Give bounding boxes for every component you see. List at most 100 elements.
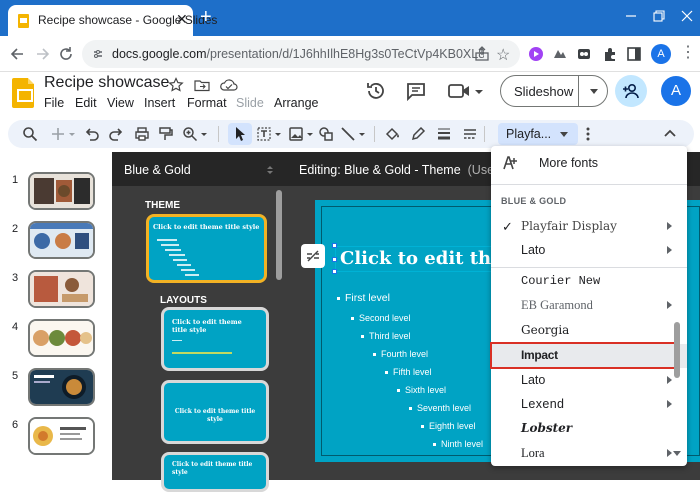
font-item-courier-new[interactable]: Courier New <box>491 270 687 294</box>
menu-view[interactable]: View <box>107 96 134 110</box>
slide-number: 4 <box>12 321 19 333</box>
new-slide-icon[interactable] <box>50 126 66 142</box>
theme-panel-scrollbar[interactable] <box>276 190 282 280</box>
slide-thumbnail-1[interactable] <box>28 172 95 210</box>
version-history-icon[interactable] <box>365 80 387 102</box>
resize-handle[interactable] <box>332 243 337 248</box>
zoom-dropdown-icon[interactable] <box>200 126 216 142</box>
select-tool-button[interactable] <box>228 123 252 145</box>
font-item-playfair-display[interactable]: ✓ Playfair Display <box>491 215 687 239</box>
menu-format[interactable]: Format <box>187 96 227 110</box>
menu-edit[interactable]: Edit <box>75 96 97 110</box>
new-slide-dropdown-icon[interactable] <box>68 126 84 142</box>
slideshow-dropdown-icon[interactable] <box>590 89 598 94</box>
account-avatar[interactable]: A <box>661 76 691 106</box>
font-item-label: Playfair Display <box>521 219 617 233</box>
resize-handle[interactable] <box>332 257 337 262</box>
meet-dropdown-icon[interactable] <box>474 89 484 95</box>
extension-dark-icon[interactable] <box>576 46 592 62</box>
menu-file[interactable]: File <box>44 96 64 110</box>
slideshow-button[interactable]: Slideshow <box>500 75 608 107</box>
slide-thumbnail-5[interactable] <box>28 368 95 406</box>
border-dash-icon[interactable] <box>462 126 478 142</box>
comments-icon[interactable] <box>405 80 427 102</box>
forward-icon[interactable] <box>32 44 52 64</box>
font-item-lexend[interactable]: Lexend <box>491 393 687 417</box>
paint-format-icon[interactable] <box>158 126 174 142</box>
font-item-lato[interactable]: Lato <box>491 369 687 393</box>
cloud-status-icon[interactable] <box>220 77 238 93</box>
slide-thumbnail-3[interactable] <box>28 270 95 308</box>
theme-panel-sort-icon[interactable] <box>266 165 274 175</box>
collapse-toolbar-icon[interactable] <box>662 126 678 142</box>
restore-icon[interactable] <box>652 9 666 23</box>
undo-icon[interactable] <box>84 126 100 142</box>
browser-profile-avatar[interactable]: A <box>651 44 671 64</box>
extension-purple-icon[interactable] <box>528 46 544 62</box>
new-tab-button[interactable]: + <box>200 7 212 27</box>
back-icon[interactable] <box>8 44 28 64</box>
line-dropdown-icon[interactable] <box>358 126 374 142</box>
bookmark-star-icon[interactable]: ☆ <box>496 45 510 65</box>
meet-camera-icon[interactable] <box>448 82 472 100</box>
layout-1-line <box>172 340 182 341</box>
font-item-lato-theme[interactable]: Lato <box>491 239 687 263</box>
font-select[interactable]: Playfa... <box>498 123 578 145</box>
layout-thumbnail-body[interactable]: Click to edit theme title style <box>161 452 269 492</box>
border-weight-icon[interactable] <box>436 126 452 142</box>
insert-image-icon[interactable] <box>288 126 304 142</box>
more-fonts-item[interactable]: More fonts <box>491 146 687 180</box>
url-input[interactable]: docs.google.com/presentation/d/1J6hhIlhE… <box>82 40 520 68</box>
browser-tab[interactable]: Recipe showcase - Google Slides ✕ <box>8 5 217 36</box>
extension-gray-icon[interactable] <box>552 46 568 62</box>
close-tab-icon[interactable]: ✕ <box>176 11 188 28</box>
document-title[interactable]: Recipe showcase <box>44 74 169 92</box>
menu-insert[interactable]: Insert <box>144 96 175 110</box>
star-icon[interactable] <box>168 77 184 93</box>
extensions-puzzle-icon[interactable] <box>602 46 618 62</box>
bullet-dot <box>385 371 388 375</box>
fill-color-icon[interactable] <box>384 126 400 142</box>
menu-arrange[interactable]: Arrange <box>274 96 318 110</box>
shape-icon[interactable] <box>318 126 334 142</box>
layout-1-title: Click to edit theme title style <box>172 318 242 334</box>
font-item-lobster[interactable]: Lobster <box>491 417 687 441</box>
move-to-folder-icon[interactable] <box>194 77 210 93</box>
unlink-button[interactable] <box>301 244 325 268</box>
line-icon[interactable] <box>340 126 356 142</box>
layout-thumbnail-section[interactable]: Click to edit theme title style <box>161 380 269 444</box>
site-info-icon[interactable] <box>92 47 104 61</box>
zoom-icon[interactable] <box>182 126 198 142</box>
minimize-icon[interactable] <box>624 9 638 23</box>
close-window-icon[interactable] <box>680 9 694 23</box>
bullet-text: Seventh level <box>417 403 472 413</box>
add-person-icon <box>623 83 639 99</box>
resize-handle[interactable] <box>332 269 337 274</box>
font-item-eb-garamond[interactable]: EB Garamond <box>491 294 687 318</box>
more-options-icon[interactable] <box>580 126 596 142</box>
pointer-icon <box>236 127 245 141</box>
font-dropdown-scrollbar[interactable] <box>674 322 680 378</box>
menu-slide[interactable]: Slide <box>236 96 264 110</box>
theme-master-thumbnail[interactable]: Click to edit theme title style <box>146 214 267 283</box>
slides-logo-icon[interactable] <box>12 78 34 108</box>
border-color-icon[interactable] <box>410 126 426 142</box>
print-icon[interactable] <box>134 126 150 142</box>
slide-thumbnail-6[interactable] <box>28 417 95 455</box>
share-page-icon[interactable] <box>474 46 490 62</box>
side-panel-icon[interactable] <box>626 46 642 62</box>
font-item-georgia[interactable]: Georgia <box>491 319 687 343</box>
slide-thumbnail-4[interactable] <box>28 319 95 357</box>
bullet-level-1: First level <box>337 292 390 304</box>
slide-thumbnail-2[interactable] <box>28 221 95 259</box>
share-button[interactable] <box>615 75 647 107</box>
text-box-icon[interactable] <box>256 126 272 142</box>
layout-thumbnail-title[interactable]: Click to edit theme title style <box>161 307 269 371</box>
bullet-text: Sixth level <box>405 385 447 395</box>
scroll-down-icon[interactable] <box>673 451 681 456</box>
browser-menu-icon[interactable]: ⋮ <box>680 45 696 61</box>
font-item-lora[interactable]: Lora <box>491 442 687 466</box>
redo-icon[interactable] <box>108 126 124 142</box>
search-menus-icon[interactable] <box>22 126 38 142</box>
reload-icon[interactable] <box>56 44 76 64</box>
